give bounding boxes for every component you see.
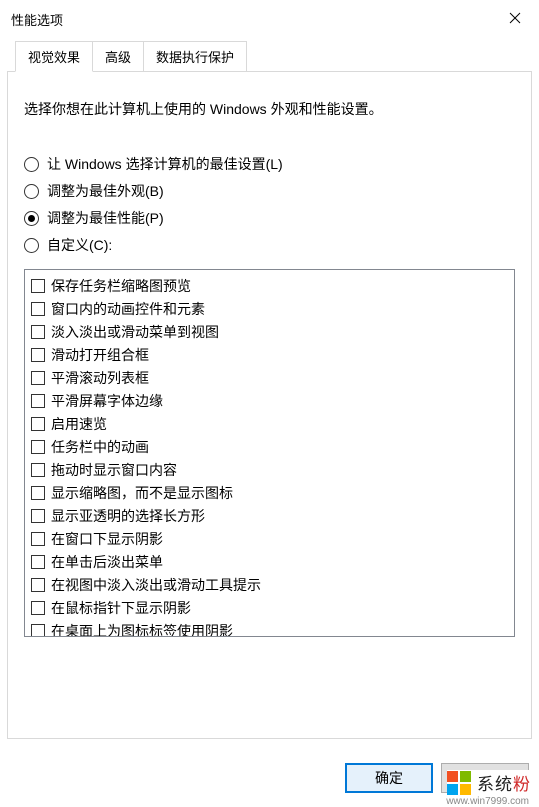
check-label: 滑动打开组合框	[51, 345, 149, 365]
checkbox-icon	[31, 463, 45, 477]
radio-custom[interactable]: 自定义(C):	[24, 235, 515, 255]
check-item-taskbar-thumbnail[interactable]: 保存任务栏缩略图预览	[27, 274, 512, 297]
check-item-animate-controls[interactable]: 窗口内的动画控件和元素	[27, 297, 512, 320]
radio-icon	[24, 184, 39, 199]
checkbox-icon	[31, 371, 45, 385]
check-label: 在鼠标指针下显示阴影	[51, 598, 191, 618]
radio-label: 调整为最佳性能(P)	[47, 208, 164, 228]
radio-label: 调整为最佳外观(B)	[47, 181, 164, 201]
checkbox-icon	[31, 601, 45, 615]
check-label: 启用速览	[51, 414, 107, 434]
check-item-window-shadow[interactable]: 在窗口下显示阴影	[27, 527, 512, 550]
check-label: 显示亚透明的选择长方形	[51, 506, 205, 526]
checkbox-icon	[31, 624, 45, 638]
windows-logo-icon	[447, 771, 471, 795]
check-label: 保存任务栏缩略图预览	[51, 276, 191, 296]
content-frame: 视觉效果 高级 数据执行保护 选择你想在此计算机上使用的 Windows 外观和…	[7, 41, 532, 737]
radio-best-appearance[interactable]: 调整为最佳外观(B)	[24, 181, 515, 201]
tab-advanced[interactable]: 高级	[93, 41, 144, 72]
radio-icon	[24, 238, 39, 253]
radio-best-performance[interactable]: 调整为最佳性能(P)	[24, 208, 515, 228]
check-label: 在视图中淡入淡出或滑动工具提示	[51, 575, 261, 595]
checkbox-icon	[31, 509, 45, 523]
check-item-drag-content[interactable]: 拖动时显示窗口内容	[27, 458, 512, 481]
tab-visual-effects[interactable]: 视觉效果	[15, 41, 93, 72]
check-item-smooth-fonts[interactable]: 平滑屏幕字体边缘	[27, 389, 512, 412]
checkbox-icon	[31, 486, 45, 500]
checkbox-icon	[31, 440, 45, 454]
check-label: 显示缩略图，而不是显示图标	[51, 483, 233, 503]
ok-button[interactable]: 确定	[345, 763, 433, 793]
close-icon	[509, 12, 521, 27]
tab-panel-visual-effects: 选择你想在此计算机上使用的 Windows 外观和性能设置。 让 Windows…	[7, 71, 532, 739]
checkbox-icon	[31, 302, 45, 316]
check-item-thumbnails[interactable]: 显示缩略图，而不是显示图标	[27, 481, 512, 504]
check-item-fade-after-click[interactable]: 在单击后淡出菜单	[27, 550, 512, 573]
check-item-pointer-shadow[interactable]: 在鼠标指针下显示阴影	[27, 596, 512, 619]
checkbox-icon	[31, 394, 45, 408]
titlebar: 性能选项	[1, 1, 538, 37]
check-label: 平滑滚动列表框	[51, 368, 149, 388]
radio-icon	[24, 211, 39, 226]
checkbox-icon	[31, 578, 45, 592]
check-item-taskbar-anim[interactable]: 任务栏中的动画	[27, 435, 512, 458]
radio-group: 让 Windows 选择计算机的最佳设置(L) 调整为最佳外观(B) 调整为最佳…	[24, 154, 515, 255]
check-label: 在桌面上为图标标签使用阴影	[51, 621, 233, 638]
check-item-slide-combo[interactable]: 滑动打开组合框	[27, 343, 512, 366]
checkbox-icon	[31, 325, 45, 339]
close-button[interactable]	[492, 1, 538, 37]
checkbox-icon	[31, 555, 45, 569]
window-title: 性能选项	[11, 10, 492, 29]
check-item-peek[interactable]: 启用速览	[27, 412, 512, 435]
check-label: 在单击后淡出菜单	[51, 552, 163, 572]
check-label: 平滑屏幕字体边缘	[51, 391, 163, 411]
watermark-text: 系统粉	[477, 770, 531, 795]
check-label: 任务栏中的动画	[51, 437, 149, 457]
tab-strip: 视觉效果 高级 数据执行保护	[15, 41, 532, 72]
check-item-fade-tooltip[interactable]: 在视图中淡入淡出或滑动工具提示	[27, 573, 512, 596]
check-item-smooth-scroll[interactable]: 平滑滚动列表框	[27, 366, 512, 389]
check-item-translucent-select[interactable]: 显示亚透明的选择长方形	[27, 504, 512, 527]
performance-options-dialog: 性能选项 视觉效果 高级 数据执行保护 选择你想在此计算机上使用的 Window…	[0, 0, 539, 805]
check-label: 窗口内的动画控件和元素	[51, 299, 205, 319]
watermark: 系统粉	[447, 770, 531, 795]
visual-effects-list[interactable]: 保存任务栏缩略图预览 窗口内的动画控件和元素 淡入淡出或滑动菜单到视图 滑动打开…	[24, 269, 515, 637]
instruction-text: 选择你想在此计算机上使用的 Windows 外观和性能设置。	[24, 98, 515, 120]
checkbox-icon	[31, 532, 45, 546]
watermark-url: www.win7999.com	[446, 796, 529, 807]
check-label: 淡入淡出或滑动菜单到视图	[51, 322, 219, 342]
radio-icon	[24, 157, 39, 172]
check-label: 拖动时显示窗口内容	[51, 460, 177, 480]
checkbox-icon	[31, 348, 45, 362]
checkbox-icon	[31, 417, 45, 431]
radio-let-windows-choose[interactable]: 让 Windows 选择计算机的最佳设置(L)	[24, 154, 515, 174]
radio-label: 让 Windows 选择计算机的最佳设置(L)	[47, 154, 283, 174]
check-item-fade-slide-menus[interactable]: 淡入淡出或滑动菜单到视图	[27, 320, 512, 343]
radio-label: 自定义(C):	[47, 235, 112, 255]
tab-dep[interactable]: 数据执行保护	[144, 41, 247, 72]
check-item-icon-label-shadow[interactable]: 在桌面上为图标标签使用阴影	[27, 619, 512, 637]
check-label: 在窗口下显示阴影	[51, 529, 163, 549]
checkbox-icon	[31, 279, 45, 293]
